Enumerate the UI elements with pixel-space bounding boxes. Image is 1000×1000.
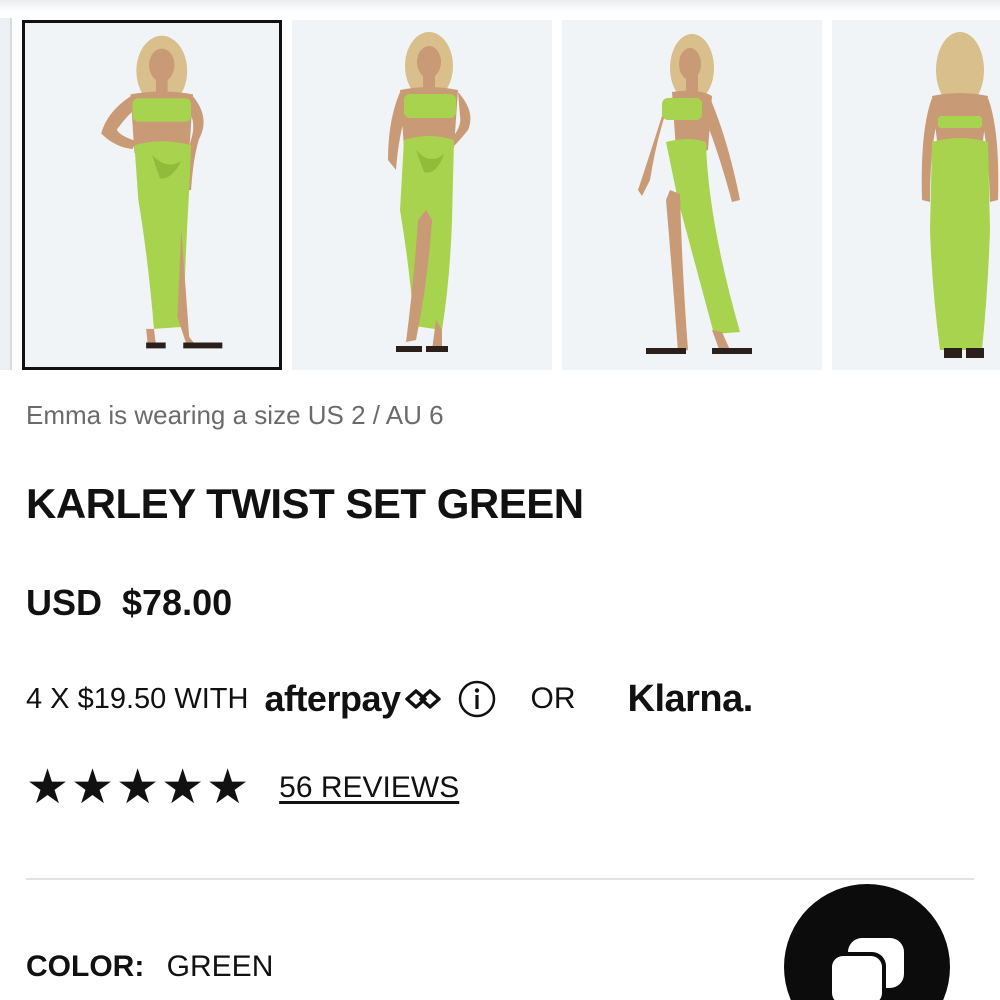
product-price: USD $78.00: [26, 582, 233, 623]
color-value: GREEN: [166, 950, 274, 983]
model-front-2-illustration: [292, 20, 552, 370]
afterpay-label: afterpay: [264, 678, 401, 719]
reviews-link[interactable]: 56 REVIEWS: [279, 771, 459, 805]
color-selector-row: COLOR: GREEN: [26, 950, 273, 984]
model-front-illustration: [25, 24, 279, 366]
chat-button[interactable]: [784, 884, 950, 1000]
klarna-logo[interactable]: Klarna.: [628, 678, 754, 721]
product-title: KARLEY TWIST SET GREEN: [26, 480, 584, 527]
gallery-image-3[interactable]: [562, 20, 822, 370]
gallery-image-2[interactable]: [292, 20, 552, 370]
model-size-caption: Emma is wearing a size US 2 / AU 6: [26, 400, 444, 430]
or-text: OR: [530, 682, 576, 715]
model-back-illustration: [832, 20, 1000, 370]
product-image-gallery: [22, 20, 1000, 372]
installments-text: 4 X $19.50 WITH: [26, 682, 249, 715]
previous-image-edge: [0, 18, 12, 370]
info-circle-icon[interactable]: [457, 679, 497, 719]
star-icon: ★: [206, 761, 250, 814]
afterpay-logo[interactable]: afterpay: [264, 678, 442, 720]
installments-row: 4 X $19.50 WITH afterpay OR Klarna.: [26, 674, 753, 724]
gallery-image-4[interactable]: [832, 20, 1000, 370]
product-page: Emma is wearing a size US 2 / AU 6 KARLE…: [0, 0, 1000, 1000]
chat-bubbles-icon: [828, 938, 904, 1000]
model-side-illustration: [562, 20, 822, 370]
star-rating: ★ ★ ★ ★ ★: [26, 764, 249, 812]
star-icon: ★: [116, 761, 160, 814]
section-divider: [26, 878, 974, 880]
star-icon: ★: [161, 761, 205, 814]
star-icon: ★: [71, 761, 115, 814]
star-icon: ★: [26, 761, 70, 814]
color-label: COLOR:: [26, 950, 145, 983]
rating-row: ★ ★ ★ ★ ★ 56 REVIEWS: [26, 764, 459, 812]
afterpay-arrows-icon: [404, 689, 441, 709]
top-shade: [0, 0, 1000, 12]
gallery-image-1[interactable]: [22, 20, 282, 370]
